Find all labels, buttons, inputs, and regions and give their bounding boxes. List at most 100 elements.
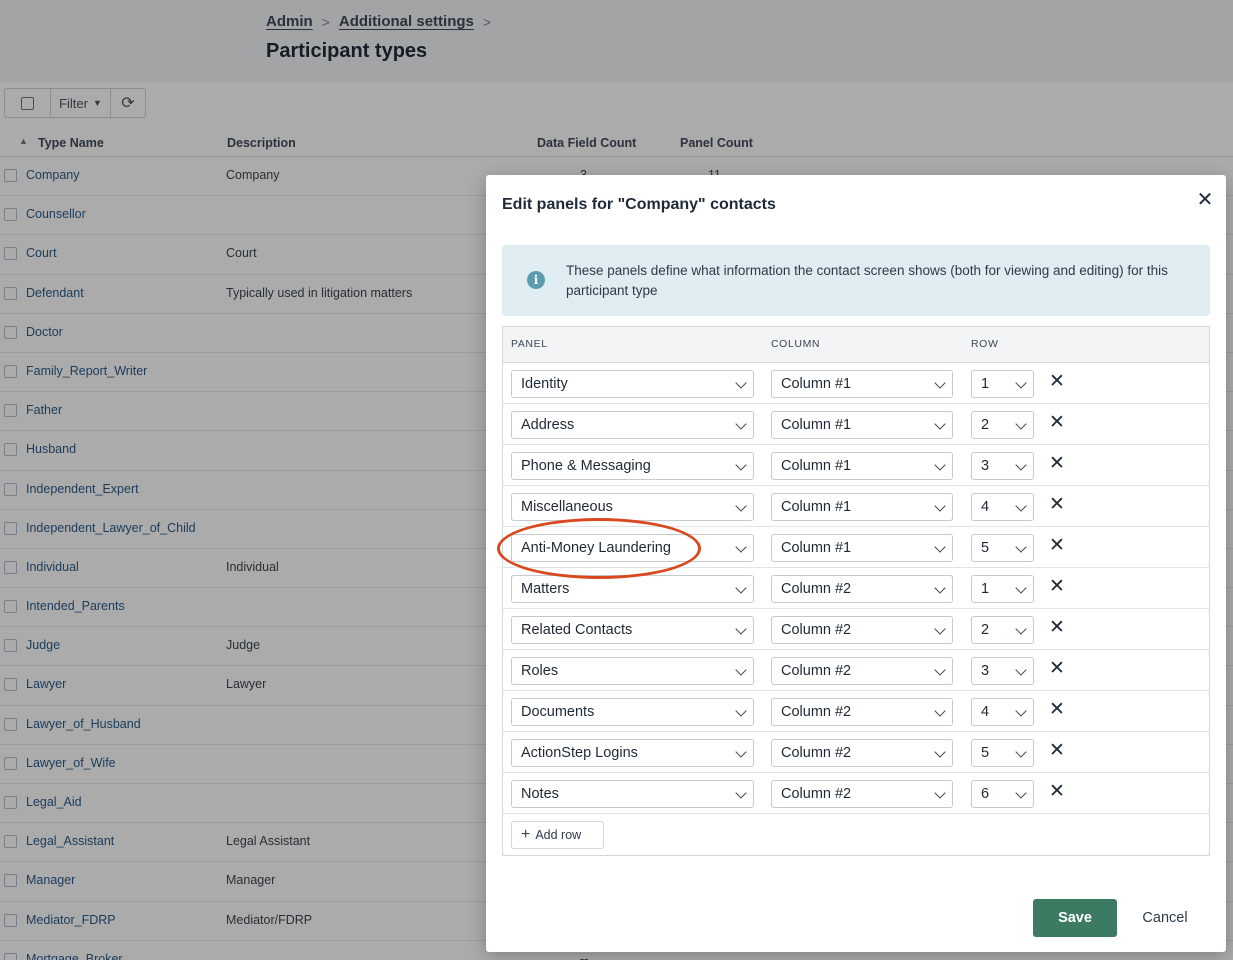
column-select[interactable]: Column #1 bbox=[771, 411, 953, 439]
header-row: ROW bbox=[971, 338, 999, 350]
column-value: Column #2 bbox=[781, 704, 852, 720]
row-select[interactable]: 3 bbox=[971, 452, 1034, 480]
row-value: 3 bbox=[981, 458, 990, 474]
row-select[interactable]: 6 bbox=[971, 780, 1034, 808]
cancel-button[interactable]: Cancel bbox=[1136, 899, 1194, 937]
chevron-down-icon bbox=[735, 787, 747, 799]
column-value: Column #2 bbox=[781, 745, 852, 761]
chevron-down-icon bbox=[1015, 664, 1027, 676]
row-select[interactable]: 2 bbox=[971, 616, 1034, 644]
chevron-down-icon bbox=[934, 459, 946, 471]
row-value: 1 bbox=[981, 376, 990, 392]
column-value: Column #2 bbox=[781, 786, 852, 802]
panel-select[interactable]: Matters bbox=[511, 575, 754, 603]
chevron-down-icon bbox=[735, 623, 747, 635]
row-select[interactable]: 5 bbox=[971, 739, 1034, 767]
column-select[interactable]: Column #2 bbox=[771, 616, 953, 644]
row-select[interactable]: 2 bbox=[971, 411, 1034, 439]
panels-grid: PANEL COLUMN ROW Identity Column #1 1 ✕ Addr… bbox=[502, 326, 1210, 856]
panel-select[interactable]: Related Contacts bbox=[511, 616, 754, 644]
panel-row: Documents Column #2 4 ✕ bbox=[503, 691, 1209, 732]
chevron-down-icon bbox=[934, 582, 946, 594]
close-icon[interactable]: ✕ bbox=[1194, 189, 1216, 211]
chevron-down-icon bbox=[1015, 377, 1027, 389]
panel-row: Address Column #1 2 ✕ bbox=[503, 404, 1209, 445]
column-value: Column #1 bbox=[781, 499, 852, 515]
info-banner: i These panels define what information t… bbox=[502, 245, 1210, 316]
remove-row-icon[interactable]: ✕ bbox=[1047, 452, 1067, 476]
panel-select[interactable]: Identity bbox=[511, 370, 754, 398]
column-select[interactable]: Column #1 bbox=[771, 493, 953, 521]
remove-row-icon[interactable]: ✕ bbox=[1047, 780, 1067, 804]
column-select[interactable]: Column #2 bbox=[771, 575, 953, 603]
chevron-down-icon bbox=[934, 705, 946, 717]
column-value: Column #2 bbox=[781, 663, 852, 679]
row-value: 1 bbox=[981, 581, 990, 597]
chevron-down-icon bbox=[735, 541, 747, 553]
row-select[interactable]: 1 bbox=[971, 370, 1034, 398]
chevron-down-icon bbox=[1015, 418, 1027, 430]
column-value: Column #1 bbox=[781, 376, 852, 392]
chevron-down-icon bbox=[934, 377, 946, 389]
remove-row-icon[interactable]: ✕ bbox=[1047, 616, 1067, 640]
info-text: These panels define what information the… bbox=[566, 263, 1168, 298]
panel-select[interactable]: Miscellaneous bbox=[511, 493, 754, 521]
remove-row-icon[interactable]: ✕ bbox=[1047, 534, 1067, 558]
column-select[interactable]: Column #2 bbox=[771, 739, 953, 767]
add-row-button[interactable]: + Add row bbox=[511, 821, 604, 849]
panel-select[interactable]: Notes bbox=[511, 780, 754, 808]
chevron-down-icon bbox=[1015, 623, 1027, 635]
chevron-down-icon bbox=[735, 664, 747, 676]
chevron-down-icon bbox=[735, 705, 747, 717]
row-value: 2 bbox=[981, 417, 990, 433]
panel-row: Identity Column #1 1 ✕ bbox=[503, 363, 1209, 404]
row-select[interactable]: 4 bbox=[971, 698, 1034, 726]
chevron-down-icon bbox=[1015, 582, 1027, 594]
panel-value: Miscellaneous bbox=[521, 499, 613, 515]
panel-select[interactable]: Documents bbox=[511, 698, 754, 726]
panel-select[interactable]: Address bbox=[511, 411, 754, 439]
chevron-down-icon bbox=[735, 377, 747, 389]
header-panel: PANEL bbox=[511, 338, 548, 350]
remove-row-icon[interactable]: ✕ bbox=[1047, 575, 1067, 599]
remove-row-icon[interactable]: ✕ bbox=[1047, 698, 1067, 722]
column-select[interactable]: Column #1 bbox=[771, 452, 953, 480]
column-select[interactable]: Column #1 bbox=[771, 534, 953, 562]
highlight-circle bbox=[497, 518, 701, 579]
column-select[interactable]: Column #2 bbox=[771, 780, 953, 808]
panel-select[interactable]: Roles bbox=[511, 657, 754, 685]
row-select[interactable]: 5 bbox=[971, 534, 1034, 562]
row-select[interactable]: 3 bbox=[971, 657, 1034, 685]
remove-row-icon[interactable]: ✕ bbox=[1047, 493, 1067, 517]
chevron-down-icon bbox=[1015, 787, 1027, 799]
panel-select[interactable]: Phone & Messaging bbox=[511, 452, 754, 480]
row-value: 2 bbox=[981, 622, 990, 638]
column-select[interactable]: Column #1 bbox=[771, 370, 953, 398]
save-button[interactable]: Save bbox=[1033, 899, 1117, 937]
row-value: 4 bbox=[981, 704, 990, 720]
remove-row-icon[interactable]: ✕ bbox=[1047, 657, 1067, 681]
column-select[interactable]: Column #2 bbox=[771, 657, 953, 685]
remove-row-icon[interactable]: ✕ bbox=[1047, 411, 1067, 435]
panel-row: ActionStep Logins Column #2 5 ✕ bbox=[503, 732, 1209, 773]
panel-value: Matters bbox=[521, 581, 570, 597]
panel-value: Notes bbox=[521, 786, 559, 802]
chevron-down-icon bbox=[735, 500, 747, 512]
dialog-title: Edit panels for "Company" contacts bbox=[502, 196, 776, 213]
column-value: Column #2 bbox=[781, 622, 852, 638]
row-value: 3 bbox=[981, 663, 990, 679]
row-value: 4 bbox=[981, 499, 990, 515]
remove-row-icon[interactable]: ✕ bbox=[1047, 370, 1067, 394]
column-select[interactable]: Column #2 bbox=[771, 698, 953, 726]
row-select[interactable]: 1 bbox=[971, 575, 1034, 603]
column-value: Column #2 bbox=[781, 581, 852, 597]
row-select[interactable]: 4 bbox=[971, 493, 1034, 521]
panels-grid-header: PANEL COLUMN ROW bbox=[503, 327, 1209, 363]
panel-row: Phone & Messaging Column #1 3 ✕ bbox=[503, 445, 1209, 486]
row-value: 6 bbox=[981, 786, 990, 802]
panel-value: Address bbox=[521, 417, 575, 433]
panel-value: Roles bbox=[521, 663, 559, 679]
panel-select[interactable]: ActionStep Logins bbox=[511, 739, 754, 767]
chevron-down-icon bbox=[1015, 459, 1027, 471]
remove-row-icon[interactable]: ✕ bbox=[1047, 739, 1067, 763]
